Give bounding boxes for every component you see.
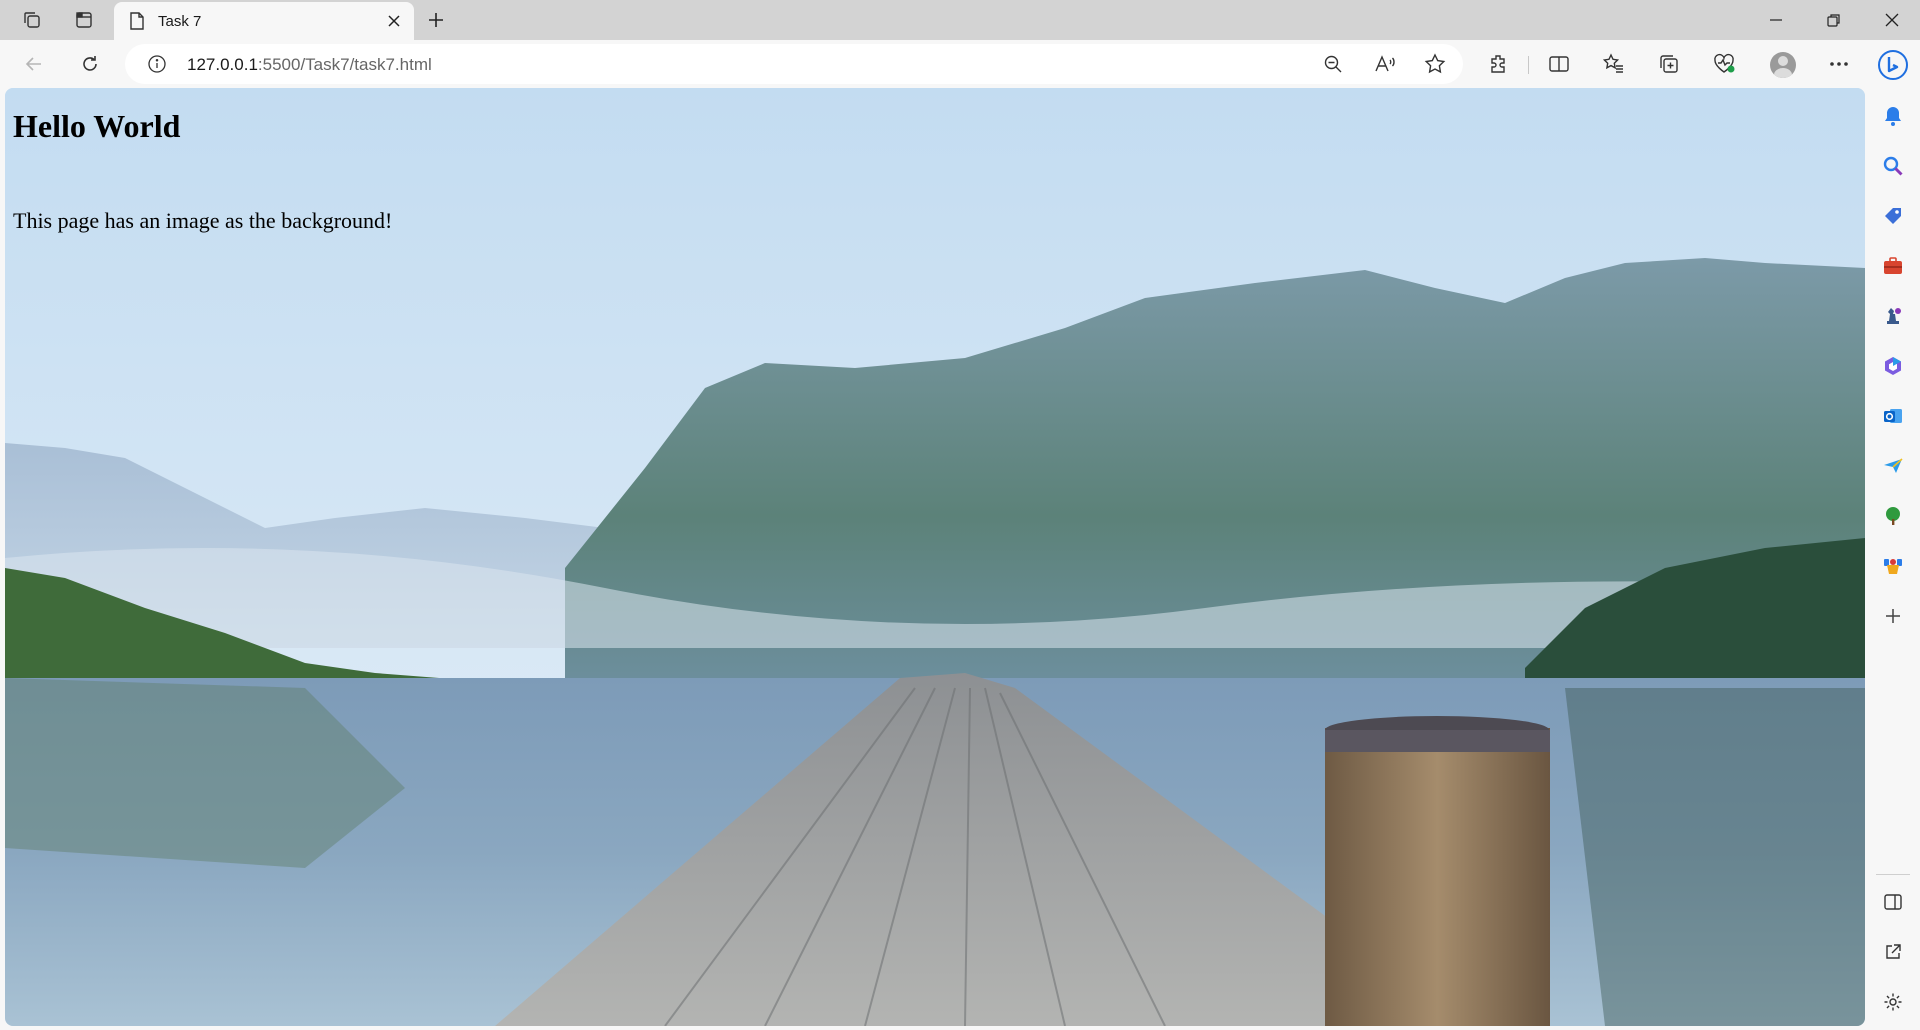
shopping-tag-icon[interactable] [1879,202,1907,230]
profile-avatar[interactable] [1770,52,1796,78]
refresh-icon[interactable] [76,50,104,78]
url-path: :5500/Task7/task7.html [257,55,432,74]
toolbar-divider [1528,56,1529,74]
address-bar[interactable]: 127.0.0.1:5500/Task7/task7.html [125,44,1463,84]
sidebar-divider [1876,874,1910,875]
active-tab[interactable]: Task 7 [114,2,414,40]
zoom-out-icon[interactable] [1321,52,1345,76]
read-aloud-icon[interactable] [1373,52,1397,76]
microsoft-365-icon[interactable] [1879,352,1907,380]
vertical-tabs-icon[interactable] [72,8,96,32]
page-favicon-icon [128,11,146,36]
page-viewport[interactable]: Hello World This page has an image as th… [5,88,1865,1026]
back-icon[interactable] [20,50,48,78]
url-host: 127.0.0.1 [187,55,258,74]
minimize-icon[interactable] [1748,0,1804,40]
office-icon[interactable] [1879,552,1907,580]
add-icon[interactable] [1879,602,1907,630]
more-menu-icon[interactable] [1825,50,1853,78]
browser-essentials-icon[interactable] [1710,50,1738,78]
notifications-bell-icon[interactable] [1879,102,1907,130]
copilot-icon[interactable] [1876,48,1910,82]
search-icon[interactable] [1879,152,1907,180]
favorites-icon[interactable] [1600,50,1628,78]
tab-strip: Task 7 [0,0,1920,40]
tree-icon[interactable] [1879,502,1907,530]
favorite-star-icon[interactable] [1423,52,1447,76]
games-chess-icon[interactable] [1879,302,1907,330]
workspaces-icon[interactable] [20,8,44,32]
send-icon[interactable] [1879,452,1907,480]
outlook-icon[interactable] [1879,402,1907,430]
extensions-icon[interactable] [1485,50,1513,78]
close-tab-icon[interactable] [382,9,406,33]
tools-briefcase-icon[interactable] [1879,252,1907,280]
url-text[interactable]: 127.0.0.1:5500/Task7/task7.html [187,55,432,75]
info-icon[interactable] [147,54,167,79]
edge-sidebar [1866,40,1920,1030]
page-heading: Hello World [13,108,181,144]
page-paragraph: This page has an image as the background… [13,208,393,233]
open-external-icon[interactable] [1879,938,1907,966]
split-screen-icon[interactable] [1545,50,1573,78]
close-window-icon[interactable] [1864,0,1920,40]
collections-icon[interactable] [1655,50,1683,78]
tab-title: Task 7 [158,13,202,30]
settings-gear-icon[interactable] [1879,988,1907,1016]
new-tab-icon[interactable] [422,6,450,34]
hide-sidebar-icon[interactable] [1879,888,1907,916]
navigation-bar: 127.0.0.1:5500/Task7/task7.html [0,40,1920,88]
restore-icon[interactable] [1806,0,1862,40]
